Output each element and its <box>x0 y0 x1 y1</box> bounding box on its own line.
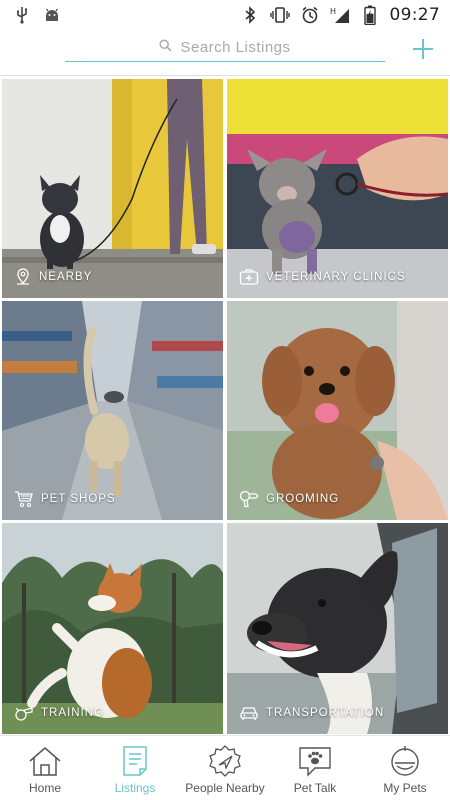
search-icon <box>159 38 173 57</box>
status-left <box>12 5 62 25</box>
android-icon <box>42 5 62 25</box>
battery-icon <box>360 5 380 25</box>
pet-shops-photo <box>2 301 223 520</box>
listings-screen: H 09:27 Search Listings NEARBY VETERINAR… <box>0 0 450 800</box>
listings-icon <box>116 744 154 778</box>
svg-text:H: H <box>330 7 336 16</box>
category-name: VETERINARY CLINICS <box>266 271 406 283</box>
alarm-icon <box>300 5 320 25</box>
search-input[interactable]: Search Listings <box>65 34 385 62</box>
medical-kit-icon <box>239 269 259 285</box>
search-placeholder: Search Listings <box>180 39 291 56</box>
category-tile-nearby[interactable]: NEARBY <box>2 79 223 298</box>
add-listing-button[interactable] <box>410 36 436 62</box>
nav-label: People Nearby <box>185 781 265 795</box>
nav-pet-talk[interactable]: Pet Talk <box>270 736 360 800</box>
whistle-icon <box>15 707 33 721</box>
status-bar: H 09:27 <box>0 0 450 30</box>
category-label: GROOMING <box>239 490 339 508</box>
category-label: NEARBY <box>14 268 92 286</box>
category-tile-veterinary-clinics[interactable]: VETERINARY CLINICS <box>227 79 448 298</box>
status-right: H 09:27 <box>240 5 441 25</box>
category-name: TRANSPORTATION <box>266 707 385 719</box>
nav-people-nearby[interactable]: People Nearby <box>180 736 270 800</box>
shopping-cart-icon <box>15 491 33 508</box>
nav-home[interactable]: Home <box>0 736 90 800</box>
location-pin-icon <box>17 268 29 285</box>
category-label: PET SHOPS <box>14 490 116 508</box>
category-label: TRAINING <box>14 704 104 722</box>
nav-label: My Pets <box>383 781 427 795</box>
category-name: NEARBY <box>39 271 93 283</box>
pet-bowl-icon <box>386 744 424 778</box>
home-icon <box>26 744 64 778</box>
status-time: 09:27 <box>389 5 440 25</box>
nav-listings[interactable]: Listings <box>90 736 180 800</box>
category-name: GROOMING <box>266 493 340 505</box>
vibrate-icon <box>269 5 290 25</box>
category-tile-transportation[interactable]: TRANSPORTATION <box>227 523 448 734</box>
bottom-nav: Home Listings People Nearby Pet Talk My … <box>0 735 450 800</box>
signal-icon: H <box>330 5 350 25</box>
paw-chat-icon <box>296 744 334 778</box>
category-name: PET SHOPS <box>41 493 116 505</box>
category-grid: NEARBY VETERINARY CLINICS PET SHOPS GROO… <box>2 79 448 734</box>
nav-label: Pet Talk <box>293 781 337 795</box>
category-tile-training[interactable]: TRAINING <box>2 523 223 734</box>
nav-my-pets[interactable]: My Pets <box>360 736 450 800</box>
compass-icon <box>206 744 244 778</box>
category-label: VETERINARY CLINICS <box>239 268 406 286</box>
transportation-photo <box>227 523 448 734</box>
plus-icon <box>413 39 433 59</box>
top-bar: Search Listings <box>0 30 450 76</box>
category-tile-pet-shops[interactable]: PET SHOPS <box>2 301 223 520</box>
nav-label: Home <box>28 781 61 795</box>
category-label: TRANSPORTATION <box>239 704 384 722</box>
usb-icon <box>12 5 32 25</box>
car-icon <box>240 707 258 720</box>
training-photo <box>2 523 223 734</box>
nav-label: Listings <box>114 781 156 795</box>
grooming-photo <box>227 301 448 520</box>
category-name: TRAINING <box>41 707 104 719</box>
bluetooth-icon <box>240 5 260 25</box>
veterinary-photo <box>227 79 448 298</box>
nearby-photo <box>2 79 223 298</box>
hair-dryer-icon <box>239 490 259 508</box>
category-tile-grooming[interactable]: GROOMING <box>227 301 448 520</box>
